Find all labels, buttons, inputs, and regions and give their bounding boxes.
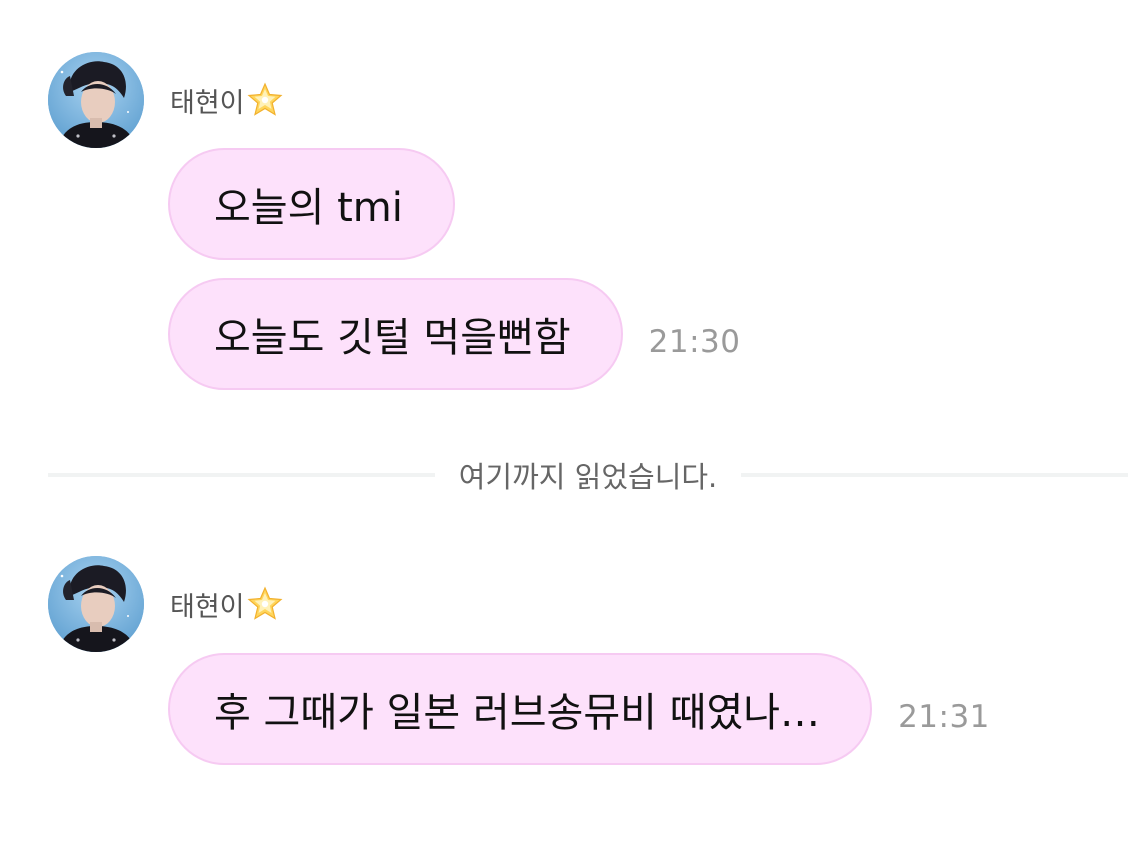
message-bubble[interactable]: 후 그때가 일본 러브송뮤비 때였나… [168,653,873,765]
message-text: 오늘도 깃털 먹을뻔함 [214,315,571,361]
glowing-star-icon [247,586,283,622]
avatar[interactable] [48,52,144,148]
profile-photo-icon [48,52,144,148]
message-row: 후 그때가 일본 러브송뮤비 때였나… 21:31 [168,653,990,765]
message-row: 오늘의 tmi [168,148,455,260]
glowing-star-icon [247,82,283,118]
message-text: 오늘의 tmi [214,185,403,231]
sender-name: 태현이 [170,586,283,623]
message-bubble[interactable]: 오늘의 tmi [168,148,455,260]
read-divider-label: 여기까지 읽었습니다. [458,460,718,494]
message-text: 후 그때가 일본 러브송뮤비 때였나… [214,690,821,736]
sender-name-text: 태현이 [170,87,245,119]
read-divider: 여기까지 읽었습니다. [48,452,1128,498]
message-timestamp: 21:31 [898,699,990,735]
divider-line [741,473,1128,477]
divider-line [48,473,435,477]
sender-name-text: 태현이 [170,591,245,623]
profile-photo-icon [48,556,144,652]
message-timestamp: 21:30 [648,324,741,360]
message-row: 오늘도 깃털 먹을뻔함 21:30 [168,278,740,390]
message-bubble[interactable]: 오늘도 깃털 먹을뻔함 [168,278,623,390]
avatar[interactable] [48,556,144,652]
sender-name: 태현이 [170,82,283,119]
